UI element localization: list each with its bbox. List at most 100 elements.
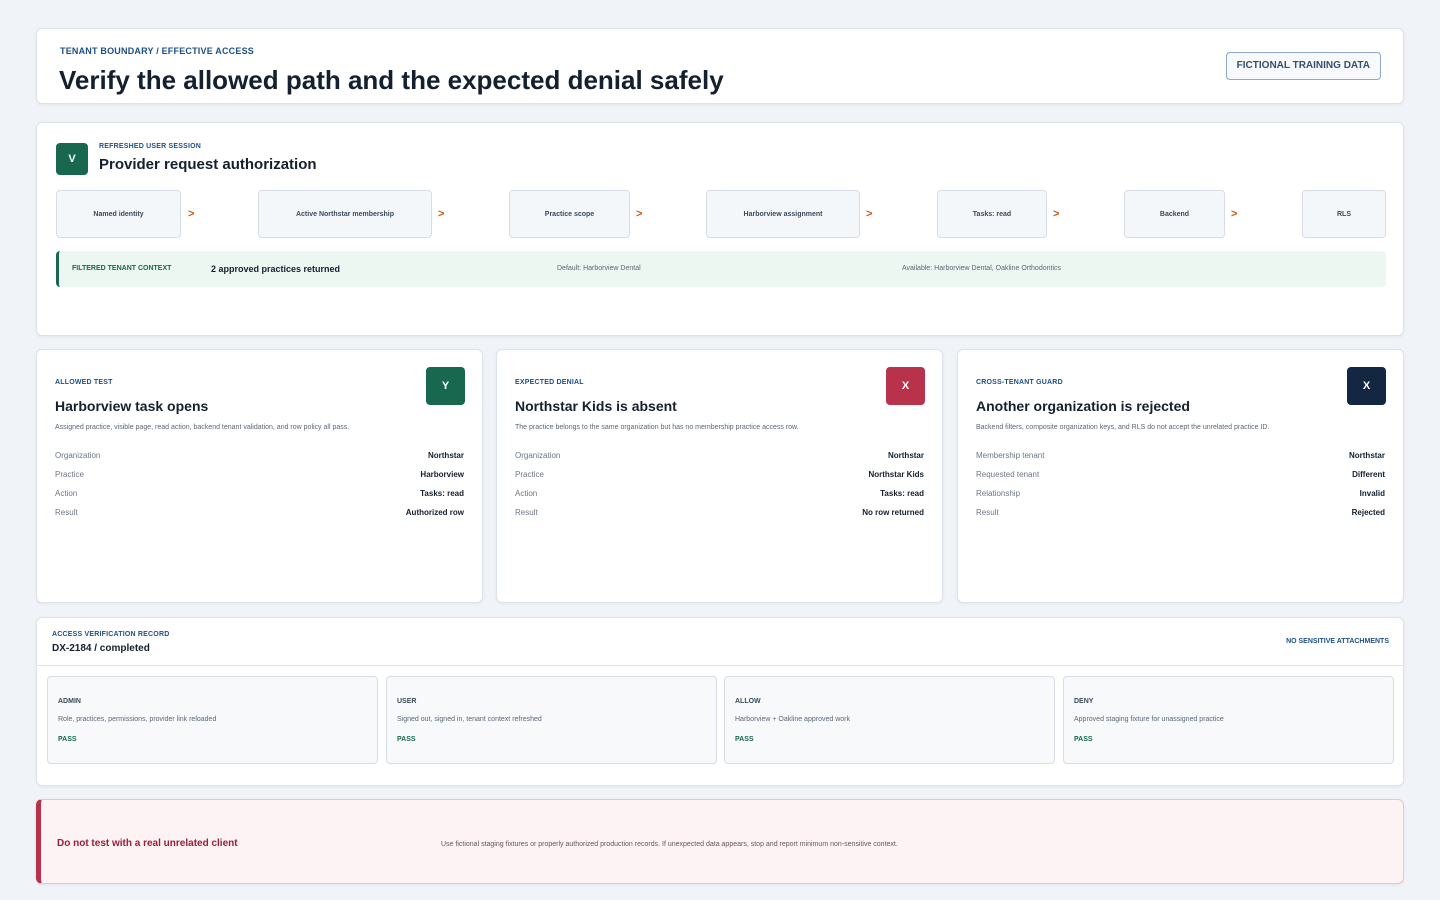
check-card-admin: ADMIN Role, practices, permissions, prov…: [47, 676, 378, 764]
test-row-value: Northstar: [427, 451, 464, 460]
check-title: ALLOW: [735, 698, 761, 705]
check-title: ADMIN: [58, 698, 81, 705]
test-eyebrow: EXPECTED DENIAL: [515, 379, 584, 386]
test-row: Practice Northstar Kids: [515, 470, 924, 482]
cross-tenant-guard-card: CROSS-TENANT GUARD X Another organizatio…: [957, 349, 1404, 603]
chain-step-backend: Backend: [1124, 190, 1225, 238]
context-label: FILTERED TENANT CONTEXT: [72, 265, 172, 272]
check-card-allow: ALLOW Harborview + Oakline approved work…: [724, 676, 1055, 764]
warning-title: Do not test with a real unrelated client: [57, 838, 238, 849]
test-title: Northstar Kids is absent: [515, 398, 677, 414]
check-icon: V: [56, 143, 88, 175]
test-row-key: Organization: [55, 451, 101, 460]
test-row: Action Tasks: read: [55, 489, 464, 501]
test-row-key: Organization: [515, 451, 561, 460]
test-row-key: Practice: [55, 470, 84, 479]
check-status: PASS: [735, 736, 754, 743]
session-panel: V REFRESHED USER SESSION Provider reques…: [36, 122, 1404, 336]
chain-arrow-icon: >: [636, 208, 643, 220]
page-title: Verify the allowed path and the expected…: [59, 65, 724, 95]
test-row-value: Rejected: [1351, 508, 1385, 517]
test-row: Relationship Invalid: [976, 489, 1385, 501]
test-row-key: Requested tenant: [976, 470, 1040, 479]
check-description: Harborview + Oakline approved work: [735, 716, 850, 723]
test-row-key: Result: [976, 508, 999, 517]
chain-step-assignment: Harborview assignment: [706, 190, 860, 238]
check-title: DENY: [1074, 698, 1094, 705]
check-status: PASS: [1074, 736, 1093, 743]
warning-text: Use fictional staging fixtures or proper…: [441, 841, 898, 848]
test-row: Organization Northstar: [515, 451, 924, 463]
test-row: Result Rejected: [976, 508, 1385, 520]
attachments-status: NO SENSITIVE ATTACHMENTS: [1286, 638, 1389, 645]
chain-step-membership: Active Northstar membership: [258, 190, 432, 238]
check-description: Role, practices, permissions, provider l…: [58, 716, 217, 723]
test-row-value: Different: [1352, 470, 1385, 479]
test-eyebrow: ALLOWED TEST: [55, 379, 113, 386]
session-eyebrow: REFRESHED USER SESSION: [99, 143, 202, 150]
test-title: Harborview task opens: [55, 398, 209, 414]
check-description: Signed out, signed in, tenant context re…: [397, 716, 542, 723]
allowed-test-card: ALLOWED TEST Y Harborview task opens Ass…: [36, 349, 483, 603]
context-default: Default: Harborview Dental: [557, 265, 641, 272]
test-row-key: Action: [55, 489, 78, 498]
chain-arrow-icon: >: [188, 208, 195, 220]
chain-arrow-icon: >: [866, 208, 873, 220]
test-row-value: Invalid: [1359, 489, 1385, 498]
test-row-value: Tasks: read: [880, 489, 924, 498]
test-row-value: Tasks: read: [420, 489, 464, 498]
reject-icon: X: [1347, 367, 1386, 405]
test-description: Assigned practice, visible page, read ac…: [55, 424, 350, 431]
test-row-key: Relationship: [976, 489, 1021, 498]
context-value: 2 approved practices returned: [211, 264, 341, 274]
test-row: Result Authorized row: [55, 508, 464, 520]
check-title: USER: [397, 698, 417, 705]
test-row-key: Result: [515, 508, 538, 517]
test-row-value: Harborview: [420, 470, 464, 479]
test-eyebrow: CROSS-TENANT GUARD: [976, 379, 1063, 386]
divider: [37, 665, 1403, 666]
test-description: Backend filters, composite organization …: [976, 424, 1270, 431]
check-status: PASS: [58, 736, 77, 743]
allow-icon: Y: [426, 367, 465, 405]
chain-arrow-icon: >: [1231, 208, 1238, 220]
training-data-badge: FICTIONAL TRAINING DATA: [1225, 52, 1381, 80]
chain-step-rls: RLS: [1302, 190, 1386, 238]
session-title: Provider request authorization: [99, 156, 317, 173]
record-id: DX-2184 / completed: [52, 643, 150, 654]
check-card-deny: DENY Approved staging fixture for unassi…: [1063, 676, 1394, 764]
test-row-value: Northstar Kids: [868, 470, 924, 479]
test-description: The practice belongs to the same organiz…: [515, 424, 799, 431]
test-row-value: Northstar: [887, 451, 924, 460]
test-row-key: Action: [515, 489, 538, 498]
check-description: Approved staging fixture for unassigned …: [1074, 716, 1224, 723]
test-row-value: Northstar: [1348, 451, 1385, 460]
chain-step-practice-scope: Practice scope: [509, 190, 630, 238]
test-title: Another organization is rejected: [976, 398, 1190, 414]
test-row: Result No row returned: [515, 508, 924, 520]
verification-record-panel: ACCESS VERIFICATION RECORD DX-2184 / com…: [36, 617, 1404, 786]
chain-arrow-icon: >: [1053, 208, 1060, 220]
test-row: Organization Northstar: [55, 451, 464, 463]
test-row-key: Membership tenant: [976, 451, 1045, 460]
test-row-key: Practice: [515, 470, 544, 479]
test-row: Practice Harborview: [55, 470, 464, 482]
test-row-value: No row returned: [862, 508, 924, 517]
test-row: Requested tenant Different: [976, 470, 1385, 482]
chain-arrow-icon: >: [438, 208, 445, 220]
tenant-context-bar: FILTERED TENANT CONTEXT 2 approved pract…: [56, 251, 1386, 287]
test-row: Membership tenant Northstar: [976, 451, 1385, 463]
expected-denial-card: EXPECTED DENIAL X Northstar Kids is abse…: [496, 349, 943, 603]
chain-step-tasks-read: Tasks: read: [937, 190, 1047, 238]
deny-icon: X: [886, 367, 925, 405]
test-row: Action Tasks: read: [515, 489, 924, 501]
test-row-value: Authorized row: [405, 508, 464, 517]
warning-banner: Do not test with a real unrelated client…: [36, 799, 1404, 884]
context-available: Available: Harborview Dental, Oakline Or…: [902, 265, 1062, 272]
header-eyebrow: TENANT BOUNDARY / EFFECTIVE ACCESS: [60, 46, 254, 56]
check-card-user: USER Signed out, signed in, tenant conte…: [386, 676, 717, 764]
page-header: TENANT BOUNDARY / EFFECTIVE ACCESS Verif…: [36, 28, 1404, 104]
record-eyebrow: ACCESS VERIFICATION RECORD: [52, 631, 170, 638]
test-row-key: Result: [55, 508, 78, 517]
check-status: PASS: [397, 736, 416, 743]
